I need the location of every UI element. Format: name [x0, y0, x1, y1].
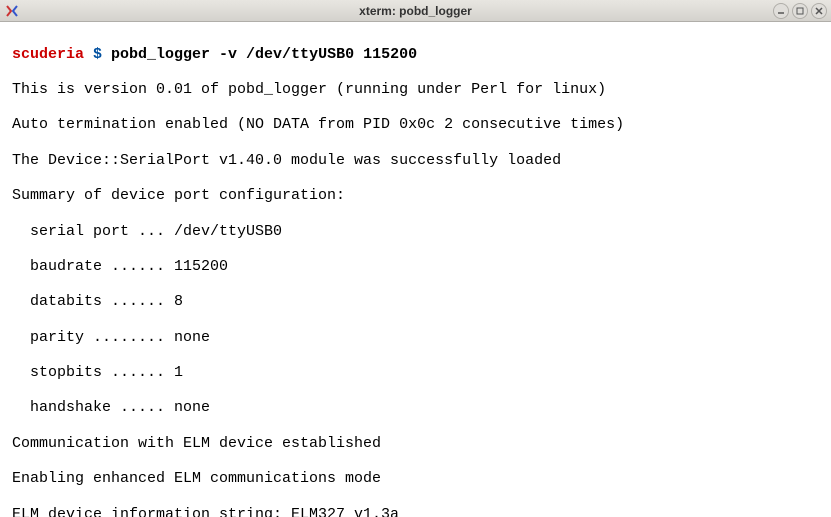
- prompt-host: scuderia: [12, 46, 84, 63]
- command-text: pobd_logger -v /dev/ttyUSB0 115200: [111, 46, 417, 63]
- maximize-button[interactable]: [792, 3, 808, 19]
- output-line: ELM device information string: ELM327 v1…: [12, 506, 819, 517]
- output-line: parity ........ none: [12, 329, 819, 347]
- output-line: Communication with ELM device establishe…: [12, 435, 819, 453]
- window-controls: [773, 3, 827, 19]
- output-line: databits ...... 8: [12, 293, 819, 311]
- output-line: Auto termination enabled (NO DATA from P…: [12, 116, 819, 134]
- output-line: baudrate ...... 115200: [12, 258, 819, 276]
- output-line: Summary of device port configuration:: [12, 187, 819, 205]
- terminal-output[interactable]: scuderia $ pobd_logger -v /dev/ttyUSB0 1…: [0, 22, 831, 517]
- output-line: stopbits ...... 1: [12, 364, 819, 382]
- window-titlebar: xterm: pobd_logger: [0, 0, 831, 22]
- output-line: handshake ..... none: [12, 399, 819, 417]
- window-title: xterm: pobd_logger: [359, 4, 472, 18]
- prompt-separator: $: [84, 46, 111, 63]
- output-line: This is version 0.01 of pobd_logger (run…: [12, 81, 819, 99]
- output-line: serial port ... /dev/ttyUSB0: [12, 223, 819, 241]
- minimize-button[interactable]: [773, 3, 789, 19]
- close-button[interactable]: [811, 3, 827, 19]
- output-line: Enabling enhanced ELM communications mod…: [12, 470, 819, 488]
- prompt-line: scuderia $ pobd_logger -v /dev/ttyUSB0 1…: [12, 46, 819, 64]
- output-line: The Device::SerialPort v1.40.0 module wa…: [12, 152, 819, 170]
- app-icon: [4, 3, 20, 19]
